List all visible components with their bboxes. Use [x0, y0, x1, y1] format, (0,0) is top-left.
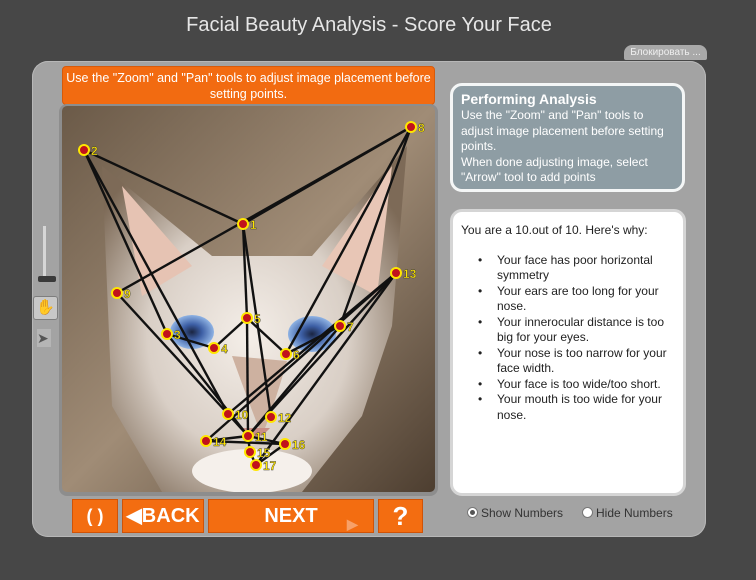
landmark-point-2[interactable] — [78, 144, 90, 156]
reason-item: Your nose is too narrow for your face wi… — [461, 346, 675, 377]
landmark-point-9[interactable] — [111, 287, 123, 299]
landmark-label-15: 15 — [257, 446, 271, 460]
landmark-label-7: 7 — [347, 320, 354, 334]
landmark-point-5[interactable] — [241, 312, 253, 324]
back-button[interactable]: ◀BACK — [122, 499, 204, 533]
result-summary: You are a 10.out of 10. Here's why: — [461, 223, 648, 237]
result-box: You are a 10.out of 10. Here's why: Your… — [450, 209, 686, 496]
landmark-label-5: 5 — [254, 312, 261, 326]
landmark-label-8: 8 — [418, 121, 425, 135]
landmark-label-10: 10 — [235, 408, 249, 422]
info-box: Performing Analysis Use the "Zoom" and "… — [450, 83, 685, 192]
landmark-label-3: 3 — [174, 328, 181, 342]
reason-item: Your face is too wide/too short. — [461, 377, 675, 393]
arrow-icon[interactable]: ➤ — [37, 329, 51, 347]
landmark-label-6: 6 — [293, 348, 300, 362]
landmark-point-15[interactable] — [244, 446, 256, 458]
refresh-button[interactable]: ( ) — [72, 499, 118, 533]
kitten-photo: 1234567891011121314151617 — [62, 106, 435, 492]
next-button[interactable]: NEXT ▶ — [208, 499, 374, 533]
show-numbers-radio[interactable] — [467, 507, 478, 518]
landmark-label-16: 16 — [292, 438, 306, 452]
refresh-icon: ( ) — [86, 506, 104, 526]
reason-item: Your innerocular distance is too big for… — [461, 315, 675, 346]
help-button[interactable]: ? — [378, 499, 423, 533]
landmark-label-11: 11 — [255, 430, 268, 444]
info-line1: Use the "Zoom" and "Pan" tools to adjust… — [461, 108, 664, 153]
reason-item: Your ears are too long for your nose. — [461, 284, 675, 315]
photo-canvas[interactable]: 1 2 3 4 5 6 7 8 9 10 11 12 13 14 15 16 17 — [62, 106, 435, 492]
zoom-slider-knob[interactable] — [38, 276, 56, 282]
block-button[interactable]: Блокировать ... — [624, 45, 707, 60]
next-label: NEXT — [264, 505, 318, 527]
landmark-point-3[interactable] — [161, 328, 173, 340]
hide-numbers-radio[interactable] — [582, 507, 593, 518]
hand-icon[interactable]: ✋ — [33, 296, 58, 320]
landmark-point-4[interactable] — [208, 342, 220, 354]
landmark-point-17[interactable] — [250, 459, 262, 471]
landmark-label-9: 9 — [124, 287, 131, 301]
show-numbers-label: Show Numbers — [481, 506, 564, 520]
landmark-label-12: 12 — [278, 411, 292, 425]
landmark-point-14[interactable] — [200, 435, 212, 447]
landmark-label-13: 13 — [403, 267, 417, 281]
landmark-point-13[interactable] — [390, 267, 402, 279]
landmark-point-10[interactable] — [222, 408, 234, 420]
show-numbers-option[interactable]: Show Numbers — [467, 505, 563, 521]
instruction-banner: Use the "Zoom" and "Pan" tools to adjust… — [62, 66, 435, 105]
landmark-point-16[interactable] — [279, 438, 291, 450]
landmark-label-1: 1 — [250, 218, 257, 232]
zoom-slider-track[interactable] — [43, 226, 46, 282]
landmark-label-4: 4 — [221, 342, 228, 356]
hide-numbers-label: Hide Numbers — [596, 506, 673, 520]
landmark-point-8[interactable] — [405, 121, 417, 133]
landmark-label-17: 17 — [263, 459, 277, 473]
landmark-point-11[interactable] — [242, 430, 254, 442]
app-title: Facial Beauty Analysis - Score Your Face — [186, 14, 552, 36]
info-title: Performing Analysis — [461, 91, 597, 107]
landmark-point-1[interactable] — [237, 218, 249, 230]
result-reasons: Your face has poor horizontal symmetry Y… — [461, 253, 675, 424]
hide-numbers-option[interactable]: Hide Numbers — [582, 505, 673, 521]
landmark-label-14: 14 — [213, 435, 227, 449]
landmark-point-7[interactable] — [334, 320, 346, 332]
landmark-label-2: 2 — [91, 144, 98, 158]
landmark-point-6[interactable] — [280, 348, 292, 360]
reason-item: Your mouth is too wide for your nose. — [461, 392, 675, 423]
info-line2: When done adjusting image, select "Arrow… — [461, 154, 648, 185]
next-arrow-icon: ▶ — [347, 516, 358, 532]
landmark-point-12[interactable] — [265, 411, 277, 423]
reason-item: Your face has poor horizontal symmetry — [461, 253, 675, 284]
